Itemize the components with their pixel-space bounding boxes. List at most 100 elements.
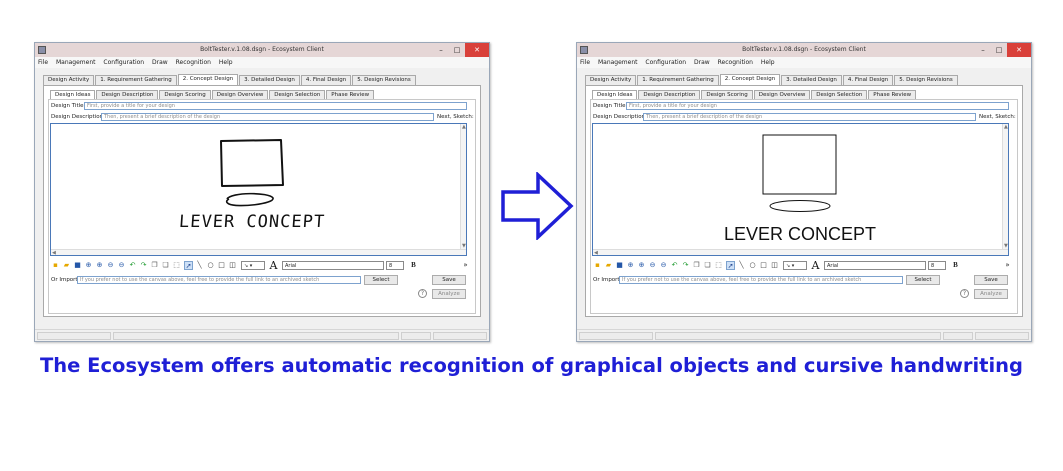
select-button[interactable]: Select (906, 275, 940, 285)
maximize-button[interactable]: □ (449, 43, 465, 57)
menu-file[interactable]: File (35, 57, 51, 68)
subtab-design-scoring[interactable]: Design Scoring (701, 90, 753, 99)
subtab-design-overview[interactable]: Design Overview (753, 90, 811, 99)
tab-design-activity[interactable]: Design Activity (43, 75, 95, 85)
redo-icon[interactable]: ↷ (681, 261, 690, 270)
font-family-select[interactable]: Arial (824, 261, 926, 270)
tab-requirement-gathering[interactable]: 1. Requirement Gathering (637, 75, 719, 85)
import-link-input[interactable]: If you prefer not to use the canvas abov… (77, 276, 361, 284)
canvas-vertical-scrollbar[interactable]: ▲ ▼ (1002, 124, 1008, 255)
minimize-button[interactable]: – (975, 43, 991, 57)
subtab-design-scoring[interactable]: Design Scoring (159, 90, 211, 99)
design-description-input[interactable]: Then, present a brief description of the… (643, 113, 976, 121)
tab-concept-design[interactable]: 2. Concept Design (719, 74, 781, 85)
canvas-horizontal-scrollbar[interactable]: ◀ (51, 249, 466, 256)
subtab-design-overview[interactable]: Design Overview (211, 90, 269, 99)
subtab-design-ideas[interactable]: Design Ideas (592, 90, 638, 99)
sketch-canvas[interactable]: LEVER CONCEPT ▲ ▼ ◀ (50, 123, 467, 256)
zoom-in-icon[interactable]: ⊕ (637, 261, 646, 270)
redo-icon[interactable]: ↷ (139, 261, 148, 270)
design-title-input[interactable]: First, provide a title for your design (84, 102, 467, 110)
pointer-icon[interactable]: ➚ (184, 261, 193, 270)
save-button[interactable]: Save (974, 275, 1008, 285)
zoom-fit-icon[interactable]: ⊕ (84, 261, 93, 270)
select-button[interactable]: Select (364, 275, 398, 285)
menu-help[interactable]: Help (758, 57, 778, 68)
menu-management[interactable]: Management (53, 57, 99, 68)
subtab-design-description[interactable]: Design Description (638, 90, 701, 99)
subtab-design-ideas[interactable]: Design Ideas (50, 90, 96, 99)
ellipse-tool-icon[interactable]: ○ (748, 261, 757, 270)
toolbar-overflow-button[interactable]: » (1003, 261, 1012, 270)
text-tool-icon[interactable]: A (268, 260, 279, 271)
select-area-icon[interactable]: ⬚ (172, 261, 181, 270)
analyze-button[interactable]: Analyze (432, 289, 466, 299)
pen-icon[interactable]: ╲ (195, 261, 204, 270)
select-area-icon[interactable]: ⬚ (714, 261, 723, 270)
design-description-input[interactable]: Then, present a brief description of the… (101, 113, 434, 121)
text-tool-icon[interactable]: A (810, 260, 821, 271)
copy-icon[interactable]: ❐ (692, 261, 701, 270)
menu-draw[interactable]: Draw (149, 57, 171, 68)
undo-icon[interactable]: ↶ (128, 261, 137, 270)
title-bar[interactable]: BoltTester.v.1.08.dsgn - Ecosystem Clien… (577, 43, 1031, 57)
bold-button[interactable]: B (409, 261, 418, 270)
subtab-design-selection[interactable]: Design Selection (269, 90, 326, 99)
shape-tool-icon[interactable]: ◫ (770, 261, 779, 270)
undo-icon[interactable]: ↶ (670, 261, 679, 270)
maximize-button[interactable]: □ (991, 43, 1007, 57)
rectangle-tool-icon[interactable]: □ (759, 261, 768, 270)
tab-requirement-gathering[interactable]: 1. Requirement Gathering (95, 75, 177, 85)
pointer-icon[interactable]: ➚ (726, 261, 735, 270)
line-style-dropdown[interactable]: ↘ ▾ (783, 261, 807, 270)
design-title-input[interactable]: First, provide a title for your design (626, 102, 1009, 110)
zoom-in-icon[interactable]: ⊕ (95, 261, 104, 270)
paste-icon[interactable]: ❏ (161, 261, 170, 270)
shape-tool-icon[interactable]: ◫ (228, 261, 237, 270)
toolbar-overflow-button[interactable]: » (461, 261, 470, 270)
pen-icon[interactable]: ╲ (737, 261, 746, 270)
menu-recognition[interactable]: Recognition (173, 57, 214, 68)
menu-configuration[interactable]: Configuration (100, 57, 147, 68)
zoom-out-icon[interactable]: ⊖ (106, 261, 115, 270)
font-size-select[interactable]: 8 (386, 261, 404, 270)
close-button[interactable]: ✕ (1007, 43, 1031, 57)
new-icon[interactable]: ▪ (51, 261, 60, 270)
font-size-select[interactable]: 8 (928, 261, 946, 270)
menu-draw[interactable]: Draw (691, 57, 713, 68)
subtab-phase-review[interactable]: Phase Review (868, 90, 917, 99)
subtab-design-selection[interactable]: Design Selection (811, 90, 868, 99)
import-link-input[interactable]: If you prefer not to use the canvas abov… (619, 276, 903, 284)
title-bar[interactable]: BoltTester.v.1.08.dsgn - Ecosystem Clien… (35, 43, 489, 57)
menu-configuration[interactable]: Configuration (642, 57, 689, 68)
save-icon[interactable]: ■ (73, 261, 82, 270)
subtab-design-description[interactable]: Design Description (96, 90, 159, 99)
menu-management[interactable]: Management (595, 57, 641, 68)
close-button[interactable]: ✕ (465, 43, 489, 57)
font-family-select[interactable]: Arial (282, 261, 384, 270)
zoom-reset-icon[interactable]: ⊖ (117, 261, 126, 270)
tab-concept-design[interactable]: 2. Concept Design (177, 74, 239, 85)
tab-design-revisions[interactable]: 5. Design Revisions (894, 75, 958, 85)
line-style-dropdown[interactable]: ↘ ▾ (241, 261, 265, 270)
paste-icon[interactable]: ❏ (703, 261, 712, 270)
canvas-vertical-scrollbar[interactable]: ▲ ▼ (460, 124, 466, 255)
tab-detailed-design[interactable]: 3. Detailed Design (781, 75, 842, 85)
save-button[interactable]: Save (432, 275, 466, 285)
ellipse-tool-icon[interactable]: ○ (206, 261, 215, 270)
analyze-button[interactable]: Analyze (974, 289, 1008, 299)
tab-design-activity[interactable]: Design Activity (585, 75, 637, 85)
help-icon[interactable]: ? (960, 289, 969, 298)
new-icon[interactable]: ▪ (593, 261, 602, 270)
zoom-fit-icon[interactable]: ⊕ (626, 261, 635, 270)
save-icon[interactable]: ■ (615, 261, 624, 270)
tab-final-design[interactable]: 4. Final Design (300, 75, 352, 85)
subtab-phase-review[interactable]: Phase Review (326, 90, 375, 99)
tab-final-design[interactable]: 4. Final Design (842, 75, 894, 85)
menu-recognition[interactable]: Recognition (715, 57, 756, 68)
canvas-horizontal-scrollbar[interactable]: ◀ (593, 249, 1008, 256)
zoom-reset-icon[interactable]: ⊖ (659, 261, 668, 270)
sketch-canvas[interactable]: LEVER CONCEPT ▲ ▼ ◀ (592, 123, 1009, 256)
rectangle-tool-icon[interactable]: □ (217, 261, 226, 270)
copy-icon[interactable]: ❐ (150, 261, 159, 270)
